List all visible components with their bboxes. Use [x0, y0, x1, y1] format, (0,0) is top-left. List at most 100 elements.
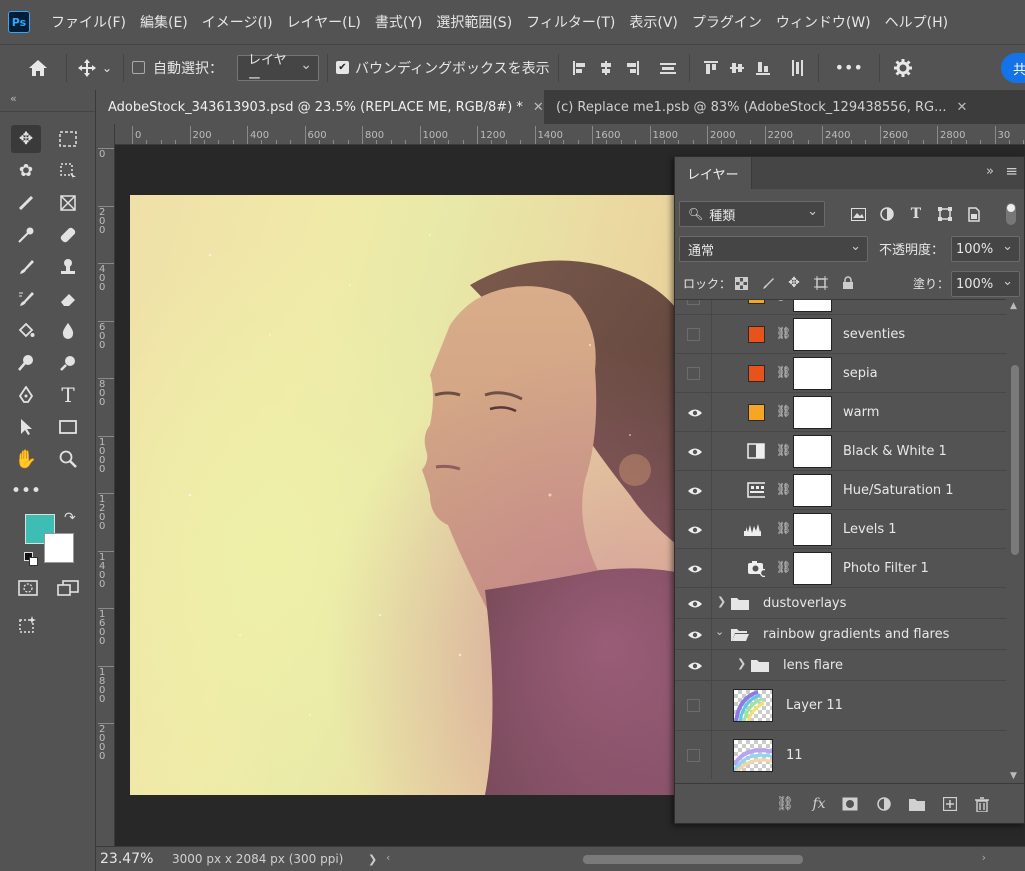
layer-row[interactable]: 11: [675, 731, 1006, 779]
scroll-down-icon[interactable]: ▼: [1010, 771, 1017, 781]
align-right-icon[interactable]: [619, 55, 645, 81]
brush-tool-icon[interactable]: [11, 253, 41, 281]
menu-edit[interactable]: 編集(E): [133, 12, 195, 32]
more-options-button[interactable]: •••: [827, 58, 871, 77]
layer-group-name[interactable]: lens flare: [783, 658, 843, 673]
layer-mask-thumbnail[interactable]: [793, 513, 832, 546]
visibility-toggle-empty[interactable]: [687, 749, 700, 762]
eye-icon[interactable]: [685, 483, 705, 499]
new-group-icon[interactable]: [906, 793, 928, 815]
filter-toggle-switch[interactable]: [1006, 203, 1016, 225]
layer-mask-thumbnail[interactable]: [793, 474, 832, 507]
layer-row[interactable]: ⛓ Black & White 1: [675, 432, 1006, 471]
eye-icon[interactable]: [685, 627, 705, 643]
menu-view[interactable]: 表示(V): [622, 12, 685, 32]
hand-tool-icon[interactable]: ✋: [11, 445, 41, 473]
chevron-down-icon[interactable]: ⌄: [99, 61, 115, 75]
layer-mask-thumbnail[interactable]: [793, 300, 832, 312]
filter-pixel-icon[interactable]: [847, 203, 869, 225]
layers-scrollbar[interactable]: ▲ ▼: [1009, 301, 1021, 781]
layer-row[interactable]: ⛓ Hue/Saturation 1: [675, 471, 1006, 510]
panel-menu-icon[interactable]: ≡: [1005, 162, 1018, 180]
blur-tool-icon[interactable]: [53, 317, 83, 345]
layer-thumbnail[interactable]: [733, 739, 773, 772]
menu-select[interactable]: 選択範囲(S): [429, 12, 519, 32]
filter-shape-icon[interactable]: [934, 203, 956, 225]
chevron-right-icon[interactable]: ❯: [737, 657, 746, 670]
layer-thumbnail[interactable]: [733, 689, 773, 722]
layer-row[interactable]: ⛓ Photo Filter 1: [675, 549, 1006, 588]
move-tool-icon[interactable]: [75, 58, 99, 77]
home-icon[interactable]: [18, 59, 58, 77]
layer-mask-thumbnail[interactable]: [793, 396, 832, 429]
frame-tool-icon[interactable]: [53, 189, 83, 217]
document-tab-active[interactable]: AdobeStock_343613903.psd @ 23.5% (REPLAC…: [96, 90, 544, 124]
eye-icon[interactable]: [685, 561, 705, 577]
lock-image-pixels-icon[interactable]: [757, 272, 779, 294]
close-icon[interactable]: ✕: [533, 100, 544, 115]
layer-name[interactable]: 11: [786, 748, 803, 763]
new-adjustment-layer-icon[interactable]: [873, 793, 895, 815]
move-tool-icon[interactable]: ✥: [11, 125, 41, 153]
layer-style-fx-icon[interactable]: fx: [808, 793, 830, 815]
distribute-horizontal-icon[interactable]: [655, 55, 681, 81]
layer-name[interactable]: Levels 1: [843, 522, 897, 537]
horizontal-scrollbar-thumb[interactable]: [583, 855, 803, 864]
path-selection-tool-icon[interactable]: [11, 413, 41, 441]
trash-icon[interactable]: [971, 793, 993, 815]
new-layer-icon[interactable]: [939, 793, 961, 815]
object-select-tool-icon[interactable]: ✿: [11, 157, 41, 185]
close-icon[interactable]: ✕: [957, 100, 968, 115]
horizontal-scrollbar[interactable]: ‹ ›: [386, 851, 986, 866]
blend-mode-dropdown[interactable]: 通常 ⌄: [679, 236, 868, 262]
layer-name[interactable]: Black & White 1: [843, 444, 947, 459]
default-colors-icon[interactable]: [24, 552, 38, 566]
bounding-box-checkbox[interactable]: ✔: [336, 61, 349, 74]
eye-icon[interactable]: [685, 658, 705, 674]
menu-filter[interactable]: フィルター(T): [519, 12, 622, 32]
eye-icon[interactable]: [685, 444, 705, 460]
layer-mask-thumbnail[interactable]: [793, 552, 832, 585]
align-top-icon[interactable]: [698, 55, 724, 81]
align-center-horizontal-icon[interactable]: [593, 55, 619, 81]
layer-filter-dropdown[interactable]: 🔍︎ 種類 ⌄: [679, 201, 825, 227]
layer-group-name[interactable]: rainbow gradients and flares: [763, 627, 949, 642]
layer-name[interactable]: seventies: [843, 327, 905, 342]
link-icon[interactable]: 🔗︎: [776, 300, 791, 302]
filter-smart-object-icon[interactable]: [963, 203, 985, 225]
align-middle-vertical-icon[interactable]: [724, 55, 750, 81]
auto-select-checkbox[interactable]: [132, 61, 145, 74]
gear-icon[interactable]: [888, 58, 918, 77]
clone-stamp-tool-icon[interactable]: [53, 253, 83, 281]
layers-panel-tab[interactable]: レイヤー: [675, 157, 752, 189]
menu-window[interactable]: ウィンドウ(W): [769, 12, 878, 32]
layer-list[interactable]: 🔗︎ ⛓ seventies ⛓ sepia ⛓: [675, 299, 1006, 779]
align-bottom-icon[interactable]: [750, 55, 776, 81]
distribute-vertical-icon[interactable]: [784, 55, 810, 81]
layer-mask-thumbnail[interactable]: [793, 435, 832, 468]
menu-type[interactable]: 書式(Y): [368, 12, 429, 32]
link-icon[interactable]: ⛓: [776, 482, 791, 496]
dodge-tool-icon[interactable]: [11, 349, 41, 377]
layer-row[interactable]: ⛓ seventies: [675, 315, 1006, 354]
edit-toolbar-icon[interactable]: •••: [11, 477, 41, 505]
screen-mode-icon[interactable]: [53, 574, 83, 602]
layer-name[interactable]: Photo Filter 1: [843, 561, 929, 576]
layer-group-row[interactable]: ❯ lens flare: [675, 650, 1006, 681]
visibility-toggle-empty[interactable]: [687, 328, 700, 341]
lock-artboard-icon[interactable]: [810, 272, 832, 294]
visibility-toggle-empty[interactable]: [687, 300, 700, 305]
collapse-panel-icon[interactable]: »: [986, 164, 994, 179]
zoom-level-field[interactable]: 23.47%: [96, 851, 172, 867]
eye-icon[interactable]: [685, 522, 705, 538]
layer-row[interactable]: 🔗︎: [675, 300, 1006, 315]
scroll-right-icon[interactable]: ›: [982, 851, 986, 864]
link-layers-icon[interactable]: ⛓: [774, 793, 796, 815]
chevron-right-icon[interactable]: ❯: [717, 595, 726, 608]
menu-image[interactable]: イメージ(I): [195, 12, 280, 32]
status-menu-arrow-icon[interactable]: ❯: [368, 853, 377, 866]
layer-row[interactable]: ⛓ warm: [675, 393, 1006, 432]
history-brush-tool-icon[interactable]: [11, 285, 41, 313]
pen-tool-icon[interactable]: [11, 381, 41, 409]
link-icon[interactable]: ⛓: [776, 365, 791, 379]
